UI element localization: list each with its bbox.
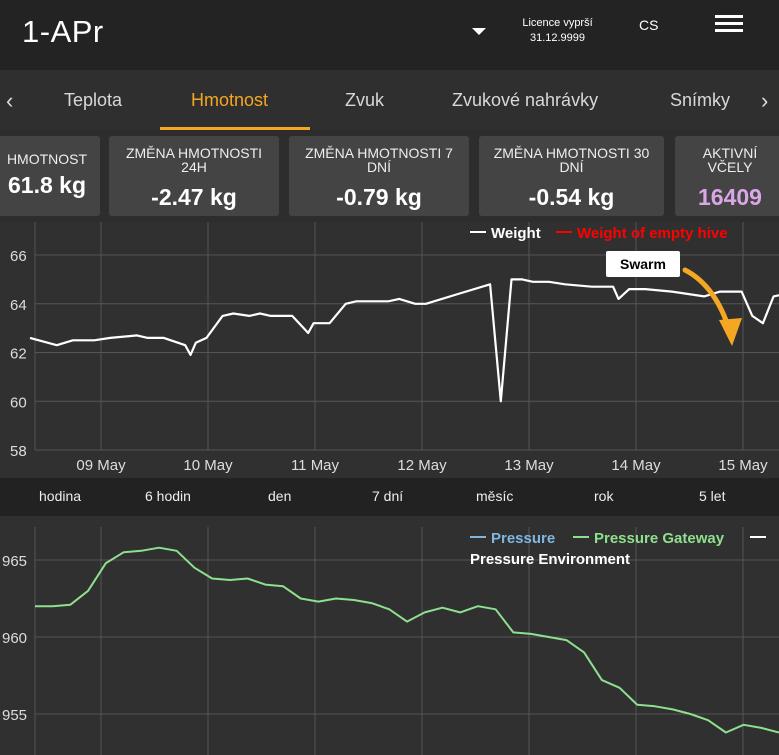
language-selector[interactable]: CS [639, 17, 658, 33]
legend-label-empty-hive: Weight of empty hive [577, 225, 728, 242]
chevron-right-icon[interactable]: › [761, 88, 768, 114]
x-tick-label: 09 May [76, 457, 126, 474]
x-tick-label: 14 May [611, 457, 661, 474]
tab-hmotnost[interactable]: Hmotnost [191, 90, 268, 111]
range-button-mesic[interactable]: měsíc [476, 488, 513, 504]
range-button-den[interactable]: den [268, 488, 291, 504]
chevron-down-icon[interactable] [472, 28, 486, 35]
tab-zvukove-nahravky[interactable]: Zvukové nahrávky [452, 90, 598, 111]
legend-label-weight: Weight [491, 225, 541, 242]
swarm-annotation-label: Swarm [620, 256, 666, 272]
card-weight-change-24h: ZMĚNA HMOTNOSTI 24H -2.47 kg [109, 136, 279, 216]
y-tick-label: 62 [10, 346, 27, 363]
hamburger-menu-icon[interactable] [715, 15, 743, 37]
app-header: 1-APr Licence vyprší 31.12.9999 CS [0, 0, 779, 70]
pressure-chart: 955 960 965 Pressure Pressure Gateway Pressur… [0, 527, 779, 755]
y-tick-label: 965 [2, 553, 27, 570]
range-button-rok[interactable]: rok [594, 488, 613, 504]
legend-label-pressure-environment: Pressure Environment [470, 551, 630, 568]
card-value: -2.47 kg [151, 184, 237, 210]
tab-zvuk[interactable]: Zvuk [345, 90, 384, 111]
card-active-bees: AKTIVNÍ VČELY 16409 [675, 136, 779, 216]
card-label: HMOTNOST [6, 151, 88, 167]
card-weight-change-30d: ZMĚNA HMOTNOSTI 30 DNÍ -0.54 kg [479, 136, 664, 216]
card-label: ZMĚNA HMOTNOSTI 7 DNÍ [305, 145, 453, 175]
y-tick-label: 66 [10, 248, 27, 265]
card-label: AKTIVNÍ VČELY [702, 145, 758, 175]
weight-chart: 58 60 62 64 66 09 May 10 May 11 May 12 May 13 May… [0, 222, 779, 478]
stat-cards: HMOTNOST 61.8 kg ZMĚNA HMOTNOSTI 24H -2.… [0, 130, 779, 222]
y-tick-label: 960 [2, 630, 27, 647]
tab-bar: ‹ Teplota Hmotnost Zvuk Zvukové nahrávky… [0, 70, 779, 130]
card-weight: HMOTNOST 61.8 kg [0, 136, 100, 216]
card-label: ZMĚNA HMOTNOSTI 30 DNÍ [493, 145, 650, 175]
x-tick-label: 12 May [397, 457, 447, 474]
time-range-bar: hodina 6 hodin den 7 dní měsíc rok 5 let [0, 478, 779, 516]
card-value: -0.54 kg [528, 184, 615, 210]
chevron-left-icon[interactable]: ‹ [6, 88, 13, 114]
y-tick-label: 58 [10, 443, 27, 460]
chart-background [0, 527, 779, 755]
y-tick-label: 60 [10, 394, 27, 411]
tab-teplota[interactable]: Teplota [64, 90, 122, 111]
tab-snimky[interactable]: Snímky [670, 90, 730, 111]
licence-date: 31.12.9999 [529, 32, 586, 44]
range-button-5-let[interactable]: 5 let [699, 488, 725, 504]
x-tick-label: 13 May [504, 457, 554, 474]
y-tick-label: 64 [10, 297, 27, 314]
x-tick-label: 10 May [183, 457, 233, 474]
range-button-7-dni[interactable]: 7 dní [372, 488, 403, 504]
legend-label-pressure-gateway: Pressure Gateway [594, 530, 725, 547]
card-value: 61.8 kg [8, 172, 86, 198]
x-tick-label: 11 May [291, 457, 340, 474]
licence-label: Licence vyprší [522, 17, 593, 29]
card-label: ZMĚNA HMOTNOSTI 24H [125, 145, 263, 175]
y-tick-label: 955 [2, 707, 27, 724]
legend-label-pressure: Pressure [491, 530, 555, 547]
card-weight-change-7d: ZMĚNA HMOTNOSTI 7 DNÍ -0.79 kg [289, 136, 469, 216]
card-value: -0.79 kg [336, 184, 422, 210]
licence-info: Licence vyprší 31.12.9999 [510, 16, 605, 46]
app-title: 1-APr [22, 14, 104, 49]
x-tick-label: 15 May [718, 457, 768, 474]
range-button-6-hodin[interactable]: 6 hodin [145, 488, 191, 504]
range-button-hodina[interactable]: hodina [39, 488, 81, 504]
card-value: 16409 [698, 184, 762, 210]
